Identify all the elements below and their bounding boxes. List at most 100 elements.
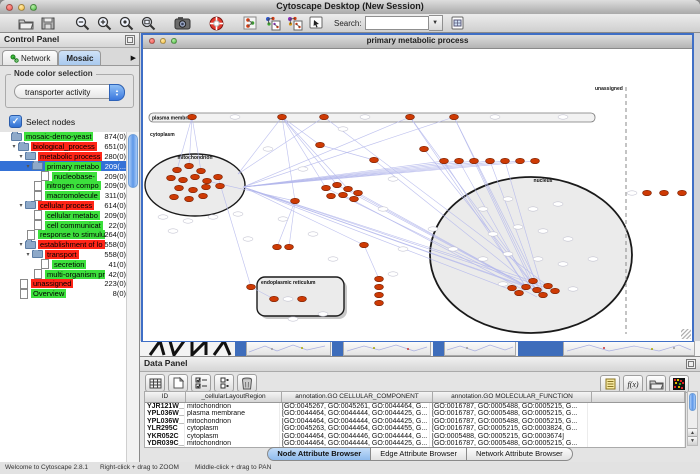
network-node[interactable] xyxy=(189,187,198,192)
tree-row[interactable]: nitrogen compo209(0) xyxy=(0,181,139,191)
help-button[interactable] xyxy=(206,15,226,31)
column-header[interactable]: ID xyxy=(145,392,186,402)
network-node[interactable] xyxy=(291,198,300,203)
network-node[interactable] xyxy=(440,158,449,163)
network-node[interactable] xyxy=(501,158,510,163)
tree-row[interactable]: ▾cellular process614(0) xyxy=(0,201,139,211)
network-node[interactable] xyxy=(188,114,197,119)
expand-arrow-icon[interactable]: ▾ xyxy=(17,241,25,248)
network-node[interactable] xyxy=(270,296,279,301)
network-node[interactable] xyxy=(643,190,652,195)
background-window-corner[interactable] xyxy=(235,341,246,356)
zoom-fit-button[interactable] xyxy=(138,15,158,31)
network-node[interactable] xyxy=(339,192,348,197)
snapshot-button[interactable] xyxy=(172,15,192,31)
network-node[interactable] xyxy=(375,292,384,297)
tree-row[interactable]: ▾transport558(0) xyxy=(0,250,139,260)
network-node[interactable] xyxy=(197,168,206,173)
import-attributes-button[interactable] xyxy=(448,15,468,31)
new-attribute-button[interactable] xyxy=(168,374,188,392)
network-node[interactable] xyxy=(173,167,182,172)
network-node[interactable] xyxy=(179,177,188,182)
column-header[interactable]: annotation.GO CELLULAR_COMPONENT xyxy=(282,392,433,402)
network-node[interactable] xyxy=(354,190,363,195)
expand-arrow-icon[interactable]: ▾ xyxy=(10,143,18,150)
network-canvas[interactable]: plasma membranecytoplasmmitochondrionnuc… xyxy=(143,49,692,341)
select-attributes-button[interactable] xyxy=(191,374,211,392)
tree-row[interactable]: ▾establishment of lo558(0) xyxy=(0,240,139,250)
network-node[interactable] xyxy=(660,190,669,195)
filter-button[interactable] xyxy=(284,15,304,31)
tree-row[interactable]: ▾primary metabo209(... xyxy=(0,161,139,171)
background-window[interactable] xyxy=(246,341,331,356)
network-node[interactable] xyxy=(214,174,223,179)
tree-row[interactable]: macromolecule311(0) xyxy=(0,191,139,201)
network-node[interactable] xyxy=(470,158,479,163)
tree-row[interactable]: unassigned223(0) xyxy=(0,279,139,289)
network-node[interactable] xyxy=(360,242,369,247)
tree-row[interactable]: ▾biological_process651(0) xyxy=(0,142,139,152)
app-titlebar[interactable]: Cytoscape Desktop (New Session) xyxy=(0,0,700,15)
table-row[interactable]: YKR052Ccytoplasm[GO:0044464, GO:0044446,… xyxy=(145,433,685,440)
network-node[interactable] xyxy=(167,175,176,180)
table-row[interactable]: YPL036W__1mitochondrion[GO:0044464, GO:0… xyxy=(145,418,685,425)
table-row[interactable]: YPL036W__2plasma membrane[GO:0044464, GO… xyxy=(145,410,685,417)
network-node[interactable] xyxy=(508,285,517,290)
tab-network[interactable]: Network xyxy=(2,50,58,65)
network-node[interactable] xyxy=(515,290,524,295)
column-header-filler[interactable] xyxy=(592,392,685,402)
tree-scrollbar[interactable] xyxy=(126,132,139,462)
attribute-batch-button[interactable] xyxy=(214,374,234,392)
network-node[interactable] xyxy=(350,196,359,201)
network-node[interactable] xyxy=(273,244,282,249)
network-node[interactable] xyxy=(185,196,194,201)
zoom-in-button[interactable] xyxy=(94,15,114,31)
attribute-table-button[interactable] xyxy=(145,374,165,392)
vizmapper-button[interactable] xyxy=(262,15,282,31)
table-scrollbar[interactable]: ▲ ▼ xyxy=(687,391,698,446)
float-panel-icon[interactable] xyxy=(686,359,696,369)
network-node[interactable] xyxy=(531,158,540,163)
network-node[interactable] xyxy=(285,244,294,249)
tree-row[interactable]: cellular metabo209(0) xyxy=(0,210,139,220)
layout-button[interactable] xyxy=(240,15,260,31)
open-session-button[interactable] xyxy=(16,15,36,31)
network-node[interactable] xyxy=(370,157,379,162)
zoom-selected-button[interactable] xyxy=(116,15,136,31)
search-input[interactable] xyxy=(365,16,429,30)
tree-row[interactable]: ▾metabolic process280(0) xyxy=(0,152,139,162)
network-node[interactable] xyxy=(533,287,542,292)
window-resize-grip[interactable] xyxy=(681,329,691,339)
scroll-down-arrow-icon[interactable]: ▼ xyxy=(688,436,697,445)
network-node[interactable] xyxy=(375,276,384,281)
tab-network-attribute-browser[interactable]: Network Attribute Browser xyxy=(467,447,573,461)
background-window[interactable] xyxy=(563,341,695,356)
network-node[interactable] xyxy=(203,178,212,183)
background-window-corner[interactable] xyxy=(518,341,563,356)
expand-arrow-icon[interactable]: ▾ xyxy=(24,251,32,258)
save-session-button[interactable] xyxy=(38,15,58,31)
table-row[interactable]: YLR295Ccytoplasm[GO:0045263, GO:0044464,… xyxy=(145,425,685,432)
column-header[interactable]: _cellularLayoutRegion xyxy=(186,392,282,402)
zoom-out-button[interactable] xyxy=(72,15,92,31)
network-node[interactable] xyxy=(455,158,464,163)
network-node[interactable] xyxy=(522,284,531,289)
annotation-button[interactable] xyxy=(306,15,326,31)
tree-row[interactable]: Overview8(0) xyxy=(0,289,139,299)
tab-mosaic[interactable]: Mosaic xyxy=(58,50,101,65)
tab-node-attribute-browser[interactable]: Node Attribute Browser xyxy=(267,447,371,461)
network-window-titlebar[interactable]: primary metabolic process xyxy=(143,35,692,49)
network-node[interactable] xyxy=(298,296,307,301)
network-node[interactable] xyxy=(170,194,179,199)
network-node[interactable] xyxy=(406,114,415,119)
network-node[interactable] xyxy=(544,283,553,288)
network-node[interactable] xyxy=(344,186,353,191)
tree-row[interactable]: secretion41(0) xyxy=(0,259,139,269)
network-node[interactable] xyxy=(216,183,225,188)
background-window-corner[interactable] xyxy=(433,341,444,356)
network-node[interactable] xyxy=(278,114,287,119)
expand-arrow-icon[interactable]: ▾ xyxy=(17,202,25,209)
network-node[interactable] xyxy=(199,193,208,198)
network-node[interactable] xyxy=(247,284,256,289)
network-node[interactable] xyxy=(320,114,329,119)
